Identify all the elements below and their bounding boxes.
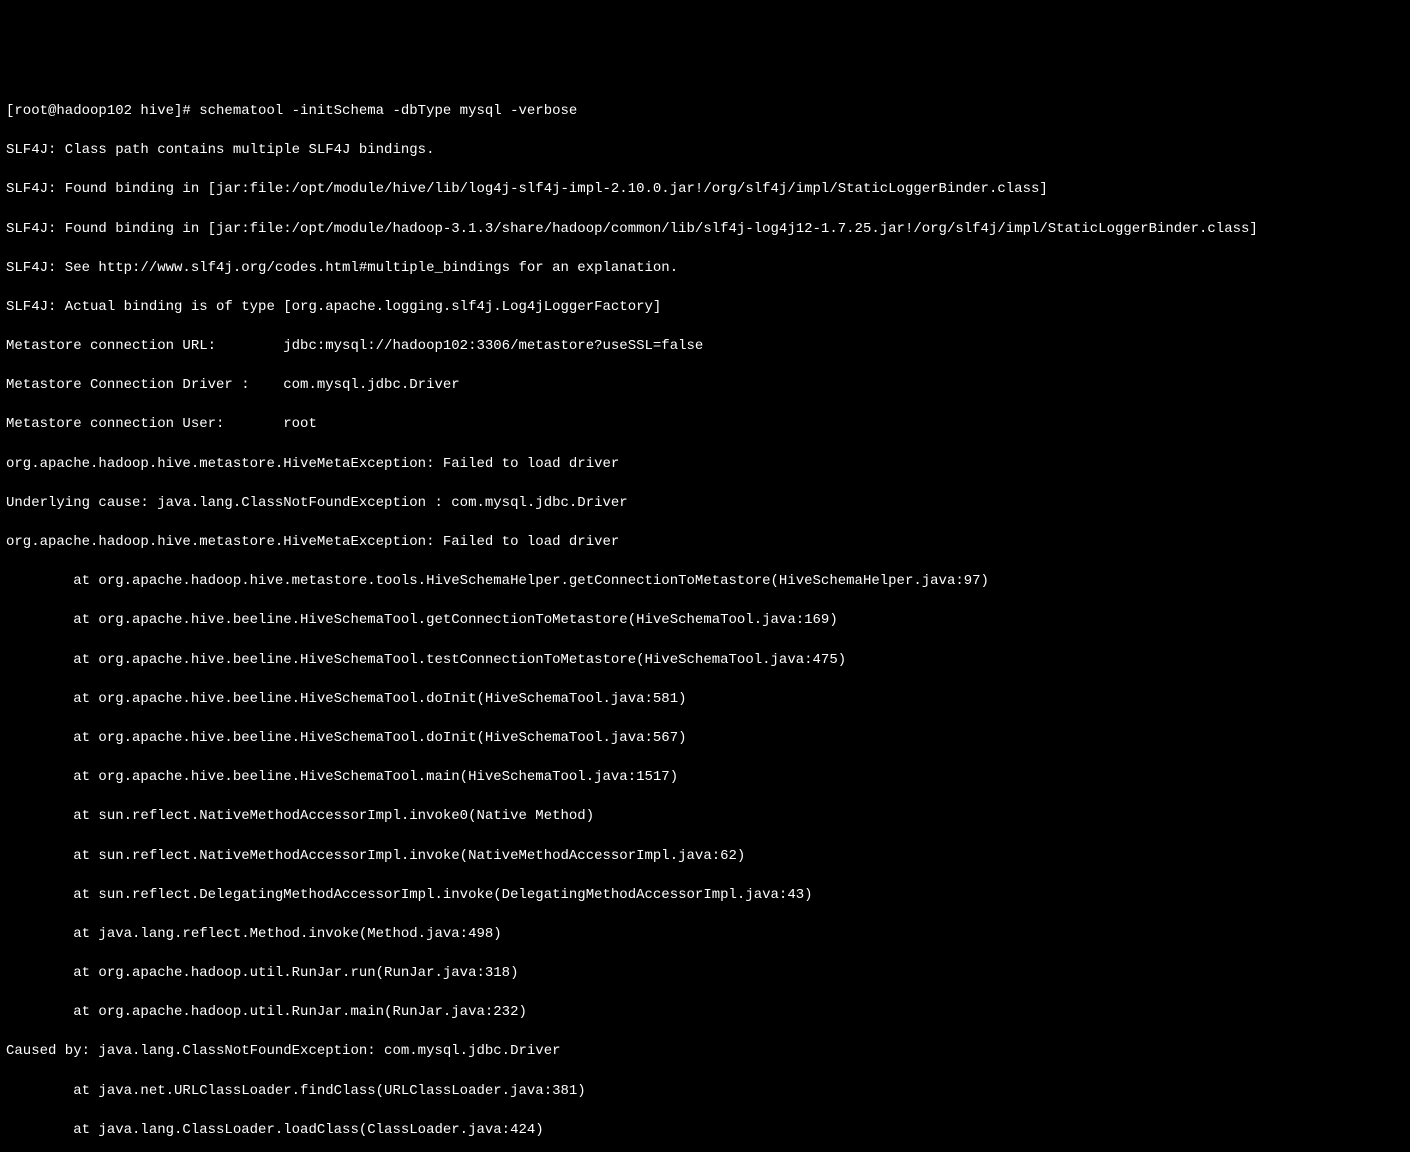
terminal-line: at org.apache.hive.beeline.HiveSchemaToo… bbox=[6, 768, 1404, 788]
terminal-line: Metastore connection User: root bbox=[6, 415, 1404, 435]
terminal-line: at org.apache.hadoop.util.RunJar.run(Run… bbox=[6, 964, 1404, 984]
terminal-line: SLF4J: Class path contains multiple SLF4… bbox=[6, 141, 1404, 161]
terminal-line: Underlying cause: java.lang.ClassNotFoun… bbox=[6, 494, 1404, 514]
terminal-line: at java.net.URLClassLoader.findClass(URL… bbox=[6, 1082, 1404, 1102]
terminal-line: at sun.reflect.NativeMethodAccessorImpl.… bbox=[6, 847, 1404, 867]
terminal-line: Caused by: java.lang.ClassNotFoundExcept… bbox=[6, 1042, 1404, 1062]
terminal-line: at org.apache.hadoop.hive.metastore.tool… bbox=[6, 572, 1404, 592]
terminal-line: at org.apache.hive.beeline.HiveSchemaToo… bbox=[6, 729, 1404, 749]
terminal-line: [root@hadoop102 hive]# schematool -initS… bbox=[6, 102, 1404, 122]
terminal-line: org.apache.hadoop.hive.metastore.HiveMet… bbox=[6, 533, 1404, 553]
terminal-line: at sun.reflect.NativeMethodAccessorImpl.… bbox=[6, 807, 1404, 827]
terminal-line: at org.apache.hive.beeline.HiveSchemaToo… bbox=[6, 690, 1404, 710]
terminal-line: org.apache.hadoop.hive.metastore.HiveMet… bbox=[6, 455, 1404, 475]
terminal-line: Metastore Connection Driver : com.mysql.… bbox=[6, 376, 1404, 396]
terminal-line: SLF4J: Actual binding is of type [org.ap… bbox=[6, 298, 1404, 318]
terminal-output[interactable]: [root@hadoop102 hive]# schematool -initS… bbox=[6, 82, 1404, 1152]
terminal-line: at java.lang.ClassLoader.loadClass(Class… bbox=[6, 1121, 1404, 1141]
terminal-line: at org.apache.hive.beeline.HiveSchemaToo… bbox=[6, 611, 1404, 631]
terminal-line: at org.apache.hadoop.util.RunJar.main(Ru… bbox=[6, 1003, 1404, 1023]
terminal-line: at sun.reflect.DelegatingMethodAccessorI… bbox=[6, 886, 1404, 906]
terminal-line: SLF4J: Found binding in [jar:file:/opt/m… bbox=[6, 180, 1404, 200]
terminal-line: SLF4J: Found binding in [jar:file:/opt/m… bbox=[6, 220, 1404, 240]
terminal-line: at java.lang.reflect.Method.invoke(Metho… bbox=[6, 925, 1404, 945]
terminal-line: Metastore connection URL: jdbc:mysql://h… bbox=[6, 337, 1404, 357]
terminal-line: at org.apache.hive.beeline.HiveSchemaToo… bbox=[6, 651, 1404, 671]
terminal-line: SLF4J: See http://www.slf4j.org/codes.ht… bbox=[6, 259, 1404, 279]
